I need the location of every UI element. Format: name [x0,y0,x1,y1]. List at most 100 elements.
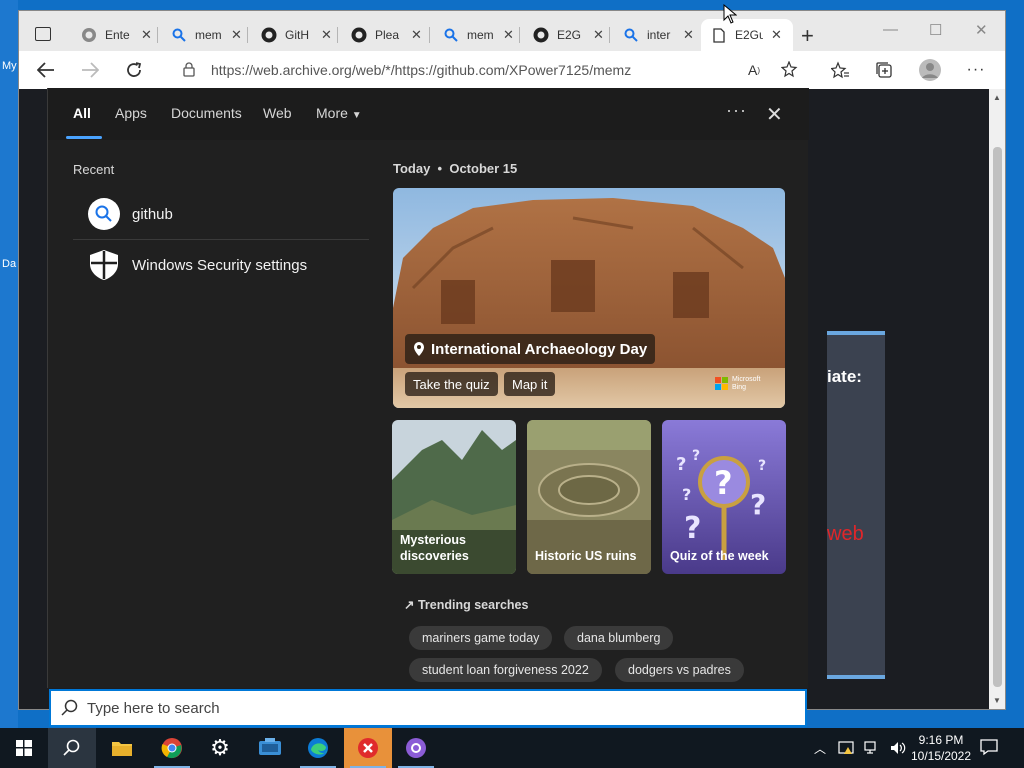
tab[interactable]: mem ✕ [161,19,242,51]
close-icon[interactable]: ✕ [411,27,422,43]
tab-more[interactable]: More ▼ [316,105,362,121]
close-window-button[interactable]: ✕ [975,21,988,39]
add-favorite-icon[interactable] [779,59,801,81]
github-icon [406,738,426,758]
error-icon [358,738,378,758]
error-app-button[interactable] [344,728,392,768]
taskbar-search-button[interactable] [48,728,96,768]
hero-card-archaeology-day[interactable]: International Archaeology Day Take the q… [393,188,785,408]
new-tab-button[interactable]: + [801,23,814,49]
tab-active[interactable]: E2Gu ✕ [701,19,793,51]
close-icon[interactable]: ✕ [231,27,242,43]
chrome-button[interactable] [148,728,196,768]
trending-chip[interactable]: student loan forgiveness 2022 [409,658,602,682]
tab[interactable]: inter ✕ [613,19,694,51]
search-input[interactable] [87,699,687,717]
close-icon[interactable]: ✕ [503,27,514,43]
trending-chip[interactable]: dana blumberg [564,626,674,650]
scroll-thumb[interactable] [993,147,1002,687]
system-clock[interactable]: 9:16 PM 10/15/2022 [910,732,972,764]
tile-label-line: discoveries [400,549,469,563]
bing-brand-text: Microsoft Bing [732,376,761,391]
network-icon[interactable] [864,740,880,756]
chevron-down-icon: ▼ [351,110,362,121]
close-icon[interactable]: ✕ [766,102,783,127]
scroll-up-icon[interactable]: ▲ [993,93,1001,102]
favorites-icon[interactable] [829,59,851,81]
taskbar-app-button[interactable] [246,728,294,768]
tab-strip: Ente ✕ mem ✕ GitH ✕ Plea ✕ mem ✕ E2G ✕ i… [19,11,1005,51]
close-icon[interactable]: ✕ [771,27,782,43]
trending-chip[interactable]: dodgers vs padres [615,658,744,682]
scroll-down-icon[interactable]: ▼ [993,696,1001,705]
scrollbar[interactable]: ▲ ▼ [989,89,1005,709]
tile-label: Quiz of the week [670,549,769,563]
minimize-button[interactable]: — [883,21,898,38]
volume-icon[interactable] [890,740,906,756]
tab[interactable]: GitH ✕ [251,19,332,51]
close-icon[interactable]: ✕ [593,27,604,43]
close-icon[interactable]: ✕ [321,27,332,43]
tab-actions-icon[interactable] [35,27,51,41]
tile-label: Mysterious discoveries [400,532,469,564]
tile-mysterious-discoveries[interactable]: Mysterious discoveries [392,420,516,574]
recent-item-github[interactable]: github [73,190,369,238]
tab-web[interactable]: Web [263,105,292,121]
map-it-button[interactable]: Map it [504,372,556,396]
tab[interactable]: Ente ✕ [71,19,152,51]
edge-icon [308,738,328,758]
url-text[interactable]: https://web.archive.org/web/*/https://gi… [211,62,631,78]
microsoft-bing-logo: Microsoft Bing [715,374,775,394]
security-warning-icon[interactable] [838,740,854,756]
start-button[interactable] [0,728,48,768]
tab-title: mem [467,28,494,42]
address-bar[interactable]: https://web.archive.org/web/*/https://gi… [169,55,789,85]
edge-button[interactable] [294,728,342,768]
trending-chip[interactable]: mariners game today [409,626,553,650]
tab-title: inter [647,28,671,42]
page-link-text[interactable]: web [827,523,864,546]
tile-quiz-of-the-week[interactable]: ?? ?? ?? ? Quiz of the week [662,420,786,574]
desktop-icon-label[interactable]: Da [2,258,16,270]
today-heading: Today • October 15 [393,161,518,176]
tile-label: Historic US ruins [535,549,637,563]
refresh-button[interactable] [123,59,145,81]
close-icon[interactable]: ✕ [683,27,694,43]
taskbar: ⚙ ︿ 9:16 PM 10/15/2022 [0,728,1024,768]
profile-avatar[interactable] [919,59,941,81]
tab-title: Plea [375,28,400,42]
tab-apps[interactable]: Apps [115,105,147,121]
hero-title[interactable]: International Archaeology Day [405,334,656,364]
search-icon [623,27,639,43]
tab[interactable]: E2G ✕ [523,19,604,51]
notification-icon[interactable] [980,738,998,761]
trending-label-text: Trending searches [417,598,529,612]
tab-documents[interactable]: Documents [171,105,242,121]
tab-title: GitH [285,28,309,42]
github-desktop-button[interactable] [392,728,440,768]
collections-icon[interactable] [873,59,895,81]
tab[interactable]: Plea ✕ [341,19,422,51]
tab[interactable]: mem ✕ [433,19,514,51]
settings-more-icon[interactable]: ··· [965,59,987,81]
lock-icon[interactable] [183,62,195,82]
tile-historic-us-ruins[interactable]: Historic US ruins [527,420,651,574]
recent-item-windows-security[interactable]: Windows Security settings [73,241,369,289]
settings-button[interactable]: ⚙ [196,728,244,768]
today-label: Today [393,161,431,176]
back-button[interactable] [35,59,57,81]
taskbar-search-box[interactable] [49,689,807,727]
chevron-up-icon[interactable]: ︿ [812,740,828,756]
file-explorer-button[interactable] [98,728,146,768]
desktop-icon-label[interactable]: My [2,60,17,72]
folder-icon [112,742,132,756]
take-quiz-button[interactable]: Take the quiz [405,372,498,396]
page-text: iate: [827,367,862,386]
read-aloud-icon[interactable]: A) [743,59,765,81]
close-icon[interactable]: ✕ [141,27,152,43]
chrome-icon [161,738,182,759]
maximize-button[interactable]: ☐ [929,21,942,39]
tab-all[interactable]: All [73,105,91,121]
more-options-icon[interactable]: ··· [726,100,747,121]
forward-button[interactable] [79,59,101,81]
